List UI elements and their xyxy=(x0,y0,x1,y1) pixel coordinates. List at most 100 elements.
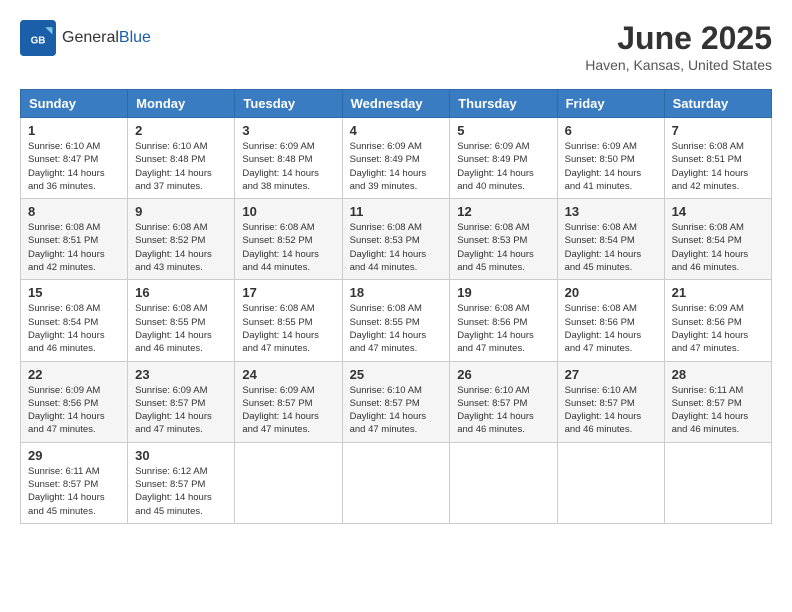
cell-info: Sunrise: 6:09 AM Sunset: 8:56 PM Dayligh… xyxy=(28,384,120,437)
col-monday: Monday xyxy=(128,90,235,118)
cell-info: Sunrise: 6:08 AM Sunset: 8:56 PM Dayligh… xyxy=(565,302,657,355)
cell-info: Sunrise: 6:08 AM Sunset: 8:55 PM Dayligh… xyxy=(350,302,443,355)
day-number: 26 xyxy=(457,367,549,382)
cell-info: Sunrise: 6:08 AM Sunset: 8:54 PM Dayligh… xyxy=(672,221,764,274)
logo-general-text: General xyxy=(62,29,119,46)
table-cell: 14 Sunrise: 6:08 AM Sunset: 8:54 PM Dayl… xyxy=(664,199,771,280)
table-cell: 30 Sunrise: 6:12 AM Sunset: 8:57 PM Dayl… xyxy=(128,442,235,523)
title-block: June 2025 Haven, Kansas, United States xyxy=(585,20,772,73)
table-cell: 13 Sunrise: 6:08 AM Sunset: 8:54 PM Dayl… xyxy=(557,199,664,280)
day-number: 15 xyxy=(28,285,120,300)
table-cell: 1 Sunrise: 6:10 AM Sunset: 8:47 PM Dayli… xyxy=(21,118,128,199)
table-cell: 4 Sunrise: 6:09 AM Sunset: 8:49 PM Dayli… xyxy=(342,118,450,199)
day-number: 20 xyxy=(565,285,657,300)
cell-info: Sunrise: 6:09 AM Sunset: 8:50 PM Dayligh… xyxy=(565,140,657,193)
svg-text:GB: GB xyxy=(31,35,46,46)
calendar-week-row: 1 Sunrise: 6:10 AM Sunset: 8:47 PM Dayli… xyxy=(21,118,772,199)
day-number: 8 xyxy=(28,204,120,219)
col-tuesday: Tuesday xyxy=(235,90,342,118)
day-number: 3 xyxy=(242,123,334,138)
day-number: 28 xyxy=(672,367,764,382)
table-cell: 21 Sunrise: 6:09 AM Sunset: 8:56 PM Dayl… xyxy=(664,280,771,361)
table-cell: 11 Sunrise: 6:08 AM Sunset: 8:53 PM Dayl… xyxy=(342,199,450,280)
calendar-week-row: 29 Sunrise: 6:11 AM Sunset: 8:57 PM Dayl… xyxy=(21,442,772,523)
day-number: 29 xyxy=(28,448,120,463)
day-number: 18 xyxy=(350,285,443,300)
table-cell xyxy=(235,442,342,523)
table-cell: 9 Sunrise: 6:08 AM Sunset: 8:52 PM Dayli… xyxy=(128,199,235,280)
cell-info: Sunrise: 6:10 AM Sunset: 8:57 PM Dayligh… xyxy=(457,384,549,437)
cell-info: Sunrise: 6:09 AM Sunset: 8:57 PM Dayligh… xyxy=(135,384,227,437)
logo-icon: GB xyxy=(20,20,56,56)
month-title: June 2025 xyxy=(585,20,772,57)
table-cell: 16 Sunrise: 6:08 AM Sunset: 8:55 PM Dayl… xyxy=(128,280,235,361)
day-number: 16 xyxy=(135,285,227,300)
table-cell: 10 Sunrise: 6:08 AM Sunset: 8:52 PM Dayl… xyxy=(235,199,342,280)
day-number: 14 xyxy=(672,204,764,219)
table-cell: 6 Sunrise: 6:09 AM Sunset: 8:50 PM Dayli… xyxy=(557,118,664,199)
table-cell: 17 Sunrise: 6:08 AM Sunset: 8:55 PM Dayl… xyxy=(235,280,342,361)
cell-info: Sunrise: 6:11 AM Sunset: 8:57 PM Dayligh… xyxy=(672,384,764,437)
table-cell: 20 Sunrise: 6:08 AM Sunset: 8:56 PM Dayl… xyxy=(557,280,664,361)
table-cell: 12 Sunrise: 6:08 AM Sunset: 8:53 PM Dayl… xyxy=(450,199,557,280)
table-cell: 2 Sunrise: 6:10 AM Sunset: 8:48 PM Dayli… xyxy=(128,118,235,199)
calendar-table: Sunday Monday Tuesday Wednesday Thursday… xyxy=(20,89,772,524)
cell-info: Sunrise: 6:10 AM Sunset: 8:57 PM Dayligh… xyxy=(565,384,657,437)
col-thursday: Thursday xyxy=(450,90,557,118)
logo-text: GeneralBlue xyxy=(62,29,151,47)
col-wednesday: Wednesday xyxy=(342,90,450,118)
table-cell: 3 Sunrise: 6:09 AM Sunset: 8:48 PM Dayli… xyxy=(235,118,342,199)
table-cell: 18 Sunrise: 6:08 AM Sunset: 8:55 PM Dayl… xyxy=(342,280,450,361)
table-cell: 29 Sunrise: 6:11 AM Sunset: 8:57 PM Dayl… xyxy=(21,442,128,523)
table-cell: 8 Sunrise: 6:08 AM Sunset: 8:51 PM Dayli… xyxy=(21,199,128,280)
day-number: 2 xyxy=(135,123,227,138)
day-number: 5 xyxy=(457,123,549,138)
page-header: GB GeneralBlue June 2025 Haven, Kansas, … xyxy=(20,20,772,73)
day-number: 23 xyxy=(135,367,227,382)
col-friday: Friday xyxy=(557,90,664,118)
table-cell: 23 Sunrise: 6:09 AM Sunset: 8:57 PM Dayl… xyxy=(128,361,235,442)
table-cell: 22 Sunrise: 6:09 AM Sunset: 8:56 PM Dayl… xyxy=(21,361,128,442)
table-cell xyxy=(664,442,771,523)
cell-info: Sunrise: 6:08 AM Sunset: 8:54 PM Dayligh… xyxy=(28,302,120,355)
cell-info: Sunrise: 6:10 AM Sunset: 8:47 PM Dayligh… xyxy=(28,140,120,193)
cell-info: Sunrise: 6:09 AM Sunset: 8:49 PM Dayligh… xyxy=(457,140,549,193)
day-number: 27 xyxy=(565,367,657,382)
cell-info: Sunrise: 6:08 AM Sunset: 8:53 PM Dayligh… xyxy=(350,221,443,274)
table-cell xyxy=(342,442,450,523)
table-cell: 24 Sunrise: 6:09 AM Sunset: 8:57 PM Dayl… xyxy=(235,361,342,442)
day-number: 17 xyxy=(242,285,334,300)
day-number: 7 xyxy=(672,123,764,138)
cell-info: Sunrise: 6:08 AM Sunset: 8:55 PM Dayligh… xyxy=(242,302,334,355)
table-cell: 15 Sunrise: 6:08 AM Sunset: 8:54 PM Dayl… xyxy=(21,280,128,361)
location-text: Haven, Kansas, United States xyxy=(585,57,772,73)
day-number: 22 xyxy=(28,367,120,382)
cell-info: Sunrise: 6:08 AM Sunset: 8:53 PM Dayligh… xyxy=(457,221,549,274)
cell-info: Sunrise: 6:08 AM Sunset: 8:52 PM Dayligh… xyxy=(242,221,334,274)
day-number: 9 xyxy=(135,204,227,219)
cell-info: Sunrise: 6:08 AM Sunset: 8:54 PM Dayligh… xyxy=(565,221,657,274)
calendar-week-row: 15 Sunrise: 6:08 AM Sunset: 8:54 PM Dayl… xyxy=(21,280,772,361)
table-cell xyxy=(557,442,664,523)
calendar-week-row: 8 Sunrise: 6:08 AM Sunset: 8:51 PM Dayli… xyxy=(21,199,772,280)
day-number: 12 xyxy=(457,204,549,219)
day-number: 13 xyxy=(565,204,657,219)
day-number: 4 xyxy=(350,123,443,138)
logo: GB GeneralBlue xyxy=(20,20,151,56)
cell-info: Sunrise: 6:09 AM Sunset: 8:57 PM Dayligh… xyxy=(242,384,334,437)
cell-info: Sunrise: 6:10 AM Sunset: 8:57 PM Dayligh… xyxy=(350,384,443,437)
day-number: 19 xyxy=(457,285,549,300)
day-number: 21 xyxy=(672,285,764,300)
day-number: 1 xyxy=(28,123,120,138)
day-number: 11 xyxy=(350,204,443,219)
day-number: 10 xyxy=(242,204,334,219)
table-cell: 7 Sunrise: 6:08 AM Sunset: 8:51 PM Dayli… xyxy=(664,118,771,199)
day-number: 30 xyxy=(135,448,227,463)
day-number: 25 xyxy=(350,367,443,382)
cell-info: Sunrise: 6:08 AM Sunset: 8:56 PM Dayligh… xyxy=(457,302,549,355)
col-sunday: Sunday xyxy=(21,90,128,118)
day-number: 24 xyxy=(242,367,334,382)
table-cell: 19 Sunrise: 6:08 AM Sunset: 8:56 PM Dayl… xyxy=(450,280,557,361)
cell-info: Sunrise: 6:11 AM Sunset: 8:57 PM Dayligh… xyxy=(28,465,120,518)
calendar-header-row: Sunday Monday Tuesday Wednesday Thursday… xyxy=(21,90,772,118)
